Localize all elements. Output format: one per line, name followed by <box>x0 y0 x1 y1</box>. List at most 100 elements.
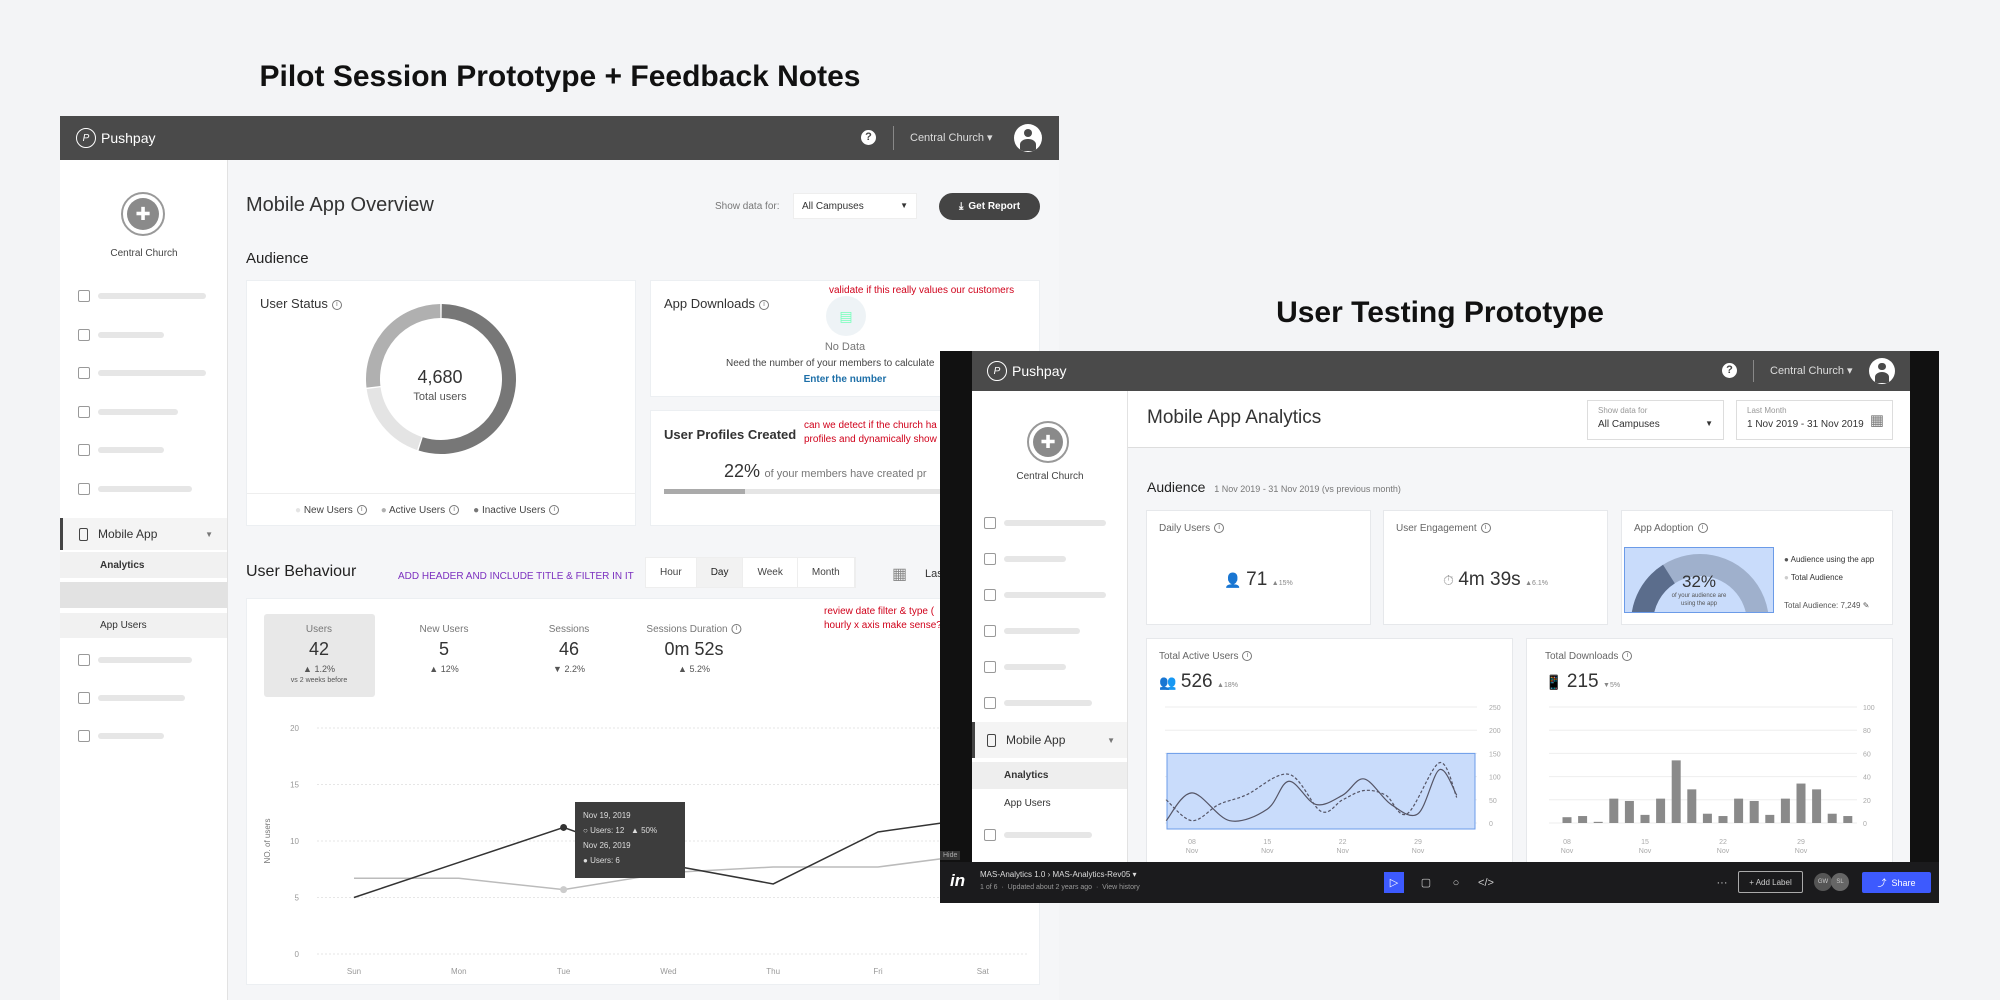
nav-item-dashboard[interactable] <box>78 290 206 302</box>
adoption-gauge[interactable]: 32% of your audience are using the app <box>1624 547 1774 613</box>
hide-button[interactable]: Hide <box>940 851 961 860</box>
avatar[interactable] <box>1869 358 1895 384</box>
nav-app-users[interactable]: App Users <box>60 613 227 638</box>
tab-day[interactable]: Day <box>696 558 744 587</box>
avatar[interactable] <box>1014 124 1042 152</box>
card-title: User Profiles Created <box>664 427 797 442</box>
nav-item-mobile-app[interactable]: Mobile App ▼ <box>972 722 1127 758</box>
prototype-meta[interactable]: 1 of 6 · Updated about 2 years ago · Vie… <box>980 884 1140 891</box>
date-range-select[interactable]: Last Month 1 Nov 2019 - 31 Nov 2019 ▦ <box>1736 400 1893 440</box>
pushpay-logo-icon: P <box>987 361 1007 381</box>
bar <box>1749 800 1759 823</box>
x-tick-label: 15 <box>1263 839 1271 846</box>
nav-item-reports[interactable] <box>984 589 1106 601</box>
code-icon[interactable]: </> <box>1476 872 1496 893</box>
nav-item-dashboard[interactable] <box>984 517 1106 529</box>
pushpay-logo[interactable]: P Pushpay <box>76 128 155 148</box>
preview-mode-icon[interactable]: ▷ <box>1384 872 1404 893</box>
invision-logo[interactable]: in <box>950 871 965 891</box>
tab-hour[interactable]: Hour <box>646 558 697 587</box>
bar <box>1562 817 1572 823</box>
no-data-message: Need the number of your members to calcu… <box>726 358 935 369</box>
nav-item-mobile-app[interactable]: Mobile App ▼ <box>60 518 227 550</box>
nav-item-campaigns[interactable] <box>78 444 164 456</box>
x-tick-label: Nov <box>1639 848 1652 855</box>
church-name: Central Church <box>1016 471 1084 482</box>
user-status-card: User Status i 4,680 Total users ● New Use… <box>246 280 636 526</box>
groups-icon <box>984 697 996 709</box>
x-tick-label: 22 <box>1339 839 1347 846</box>
avatar-sl[interactable]: SL <box>1831 873 1849 891</box>
nav-item-campaigns[interactable] <box>984 661 1066 673</box>
y-tick-label: 40 <box>1863 775 1871 782</box>
downloads-chart: 0 20 40 60 80 100 08 Nov 15 Nov 22 Nov 29 Nov <box>1549 705 1875 855</box>
add-label-button[interactable]: + Add Label <box>1738 871 1803 893</box>
bar <box>1578 816 1588 823</box>
y-tick-label: 15 <box>290 781 299 790</box>
nav-item-people[interactable] <box>984 625 1080 637</box>
inspect-icon[interactable]: ▢ <box>1416 872 1436 893</box>
campus-select[interactable]: Show data for All Campuses ▼ <box>1587 400 1724 440</box>
pushpay-logo[interactable]: P Pushpay <box>987 361 1066 381</box>
share-icon: ⤴ <box>1877 878 1887 888</box>
donut-legend: ● New Users i ● Active Users i ● Inactive … <box>295 505 560 516</box>
y-tick-label: 60 <box>1863 751 1871 758</box>
x-tick-label: Nov <box>1795 848 1808 855</box>
testing-prototype: P Pushpay ? Central Church ▾ ✚ Central Ch… <box>940 351 1939 903</box>
church-name: Central Church <box>110 248 178 259</box>
invision-toolbar: in MAS-Analytics 1.0 › MAS-Analytics-Rev… <box>940 862 1939 903</box>
nav-item-extra3[interactable] <box>78 730 164 742</box>
bar <box>1843 816 1853 823</box>
church-logo: ✚ <box>1027 421 1069 463</box>
comment-icon[interactable]: ○ <box>1446 872 1466 893</box>
nav-item-giving[interactable] <box>78 329 164 341</box>
nav-app-users[interactable]: App Users <box>972 790 1127 817</box>
chevron-down-icon: ▼ <box>1107 735 1115 745</box>
tab-week[interactable]: Week <box>743 558 798 587</box>
legend-new-users: ● New Users i <box>295 505 367 516</box>
bar <box>1702 813 1712 823</box>
nav-analytics[interactable]: Analytics <box>972 762 1127 789</box>
more-icon[interactable]: ··· <box>1714 872 1730 893</box>
calendar-icon[interactable]: ▦ <box>892 564 907 584</box>
nav-item-extra1[interactable] <box>984 829 1092 841</box>
tab-month[interactable]: Month <box>798 558 855 587</box>
megaphone-icon <box>78 444 90 456</box>
nav-blank-item[interactable] <box>60 582 227 608</box>
avatar-gw[interactable]: GW <box>1814 873 1832 891</box>
y-tick-label: 200 <box>1489 728 1501 735</box>
nav-item-extra2[interactable] <box>78 692 185 704</box>
get-report-button[interactable]: ⤓ Get Report <box>939 193 1040 220</box>
y-tick-label: 5 <box>295 894 300 903</box>
chevron-down-icon: ▼ <box>1705 419 1713 428</box>
info-icon[interactable]: i <box>759 299 770 310</box>
nav-item-groups[interactable] <box>984 697 1092 709</box>
show-data-label: Show data for: <box>715 201 780 212</box>
x-tick-label: Nov <box>1261 848 1274 855</box>
nav-item-giving[interactable] <box>984 553 1066 565</box>
church-selector[interactable]: Central Church ▾ <box>1770 364 1853 377</box>
help-icon[interactable]: ? <box>861 130 876 145</box>
prototype-breadcrumb[interactable]: MAS-Analytics 1.0 › MAS-Analytics-Rev05 … <box>980 870 1137 879</box>
x-tick-label: Thu <box>766 967 780 976</box>
coins-icon <box>78 329 90 341</box>
church-selector[interactable]: Central Church ▾ <box>910 131 993 144</box>
daily-users-card: Daily Users i 👤 71 ▲15% <box>1146 510 1371 625</box>
help-icon[interactable]: ? <box>1722 363 1737 378</box>
campus-select[interactable]: All Campuses ▼ <box>793 193 917 219</box>
bar <box>1609 798 1619 823</box>
nav-item-extra1[interactable] <box>78 654 192 666</box>
topbar: P Pushpay ? Central Church ▾ <box>972 351 1910 391</box>
share-button[interactable]: ⤴ Share <box>1862 872 1931 893</box>
total-downloads-card: Total Downloads i 📱 215 ▼5% 0 20 40 60 80 100 0… <box>1526 638 1893 862</box>
edit-pencil-icon[interactable]: ✎ <box>1863 601 1870 610</box>
nav-item-groups[interactable] <box>78 483 192 495</box>
nav-analytics[interactable]: Analytics <box>60 552 227 578</box>
feedback-note: can we detect if the church ha profiles a… <box>804 420 937 445</box>
x-tick-label: Sun <box>347 967 361 976</box>
brand-name: Pushpay <box>101 130 156 146</box>
nav-item-people[interactable] <box>78 406 178 418</box>
bar <box>1640 814 1650 823</box>
nav-item-reports[interactable] <box>78 367 206 379</box>
chart-tooltip: Nov 19, 2019 ○ Users: 12 ▲ 50% Nov 26, 2… <box>575 802 685 878</box>
